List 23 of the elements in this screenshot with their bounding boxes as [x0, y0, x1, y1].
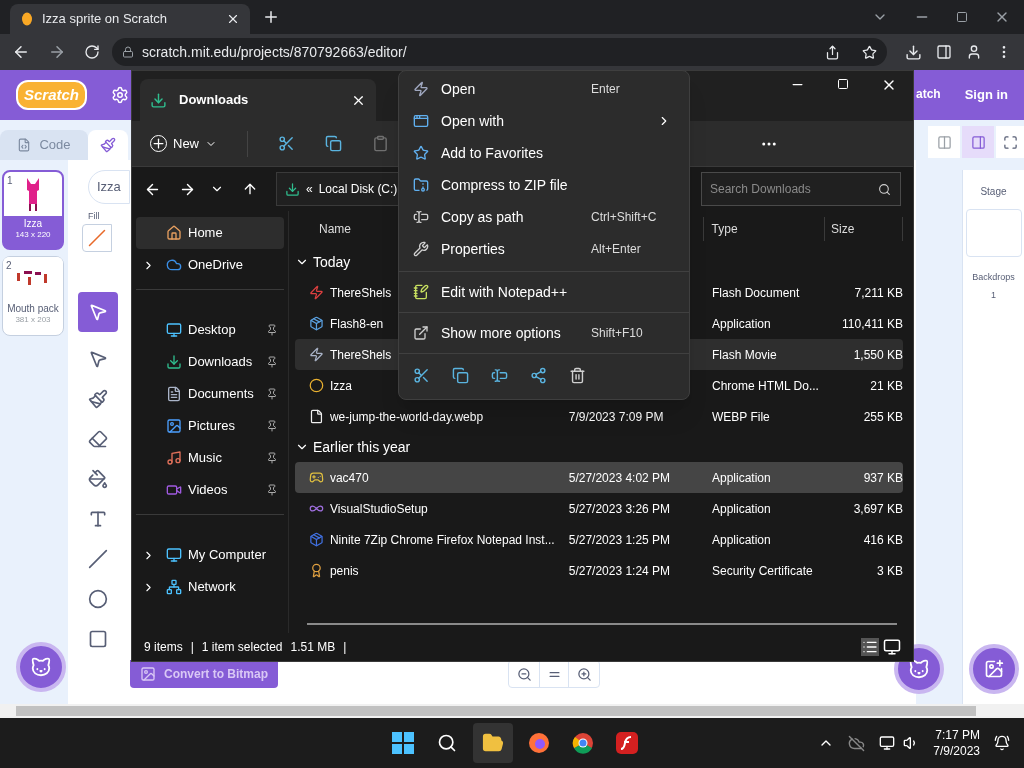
- tab-title: Izza sprite on Scratch: [42, 10, 168, 29]
- status-text: |: [343, 639, 347, 656]
- url-text: scratch.mit.edu/projects/870792663/editor/: [141, 42, 407, 62]
- status-text: |: [190, 639, 194, 656]
- shortcut-text: Enter: [591, 81, 621, 98]
- status-text: 1 item selected: [201, 639, 283, 656]
- costume-name: Mouth pack: [7, 303, 59, 315]
- costume-name: Izza: [23, 218, 43, 230]
- stage-title: Stage: [980, 185, 1007, 199]
- status-text: 1.51 MB: [290, 639, 336, 656]
- shortcut-text: Shift+F10: [591, 325, 644, 342]
- costume-size: 381 x 203: [15, 315, 51, 325]
- backdrops-count: 1: [991, 288, 996, 302]
- shortcut-text: Alt+Enter: [591, 241, 642, 258]
- costume-number: 1: [7, 174, 13, 188]
- group-title: Today: [313, 252, 351, 272]
- fill-label: Fill: [88, 210, 101, 223]
- backdrops-label: Backdrops: [972, 271, 1015, 284]
- group-title: Earlier this year: [313, 437, 411, 457]
- costume-number: 2: [6, 259, 12, 273]
- costume-size: 143 x 220: [15, 230, 51, 240]
- status-text: 9 items: [144, 639, 183, 656]
- shortcut-text: Ctrl+Shift+C: [591, 209, 658, 226]
